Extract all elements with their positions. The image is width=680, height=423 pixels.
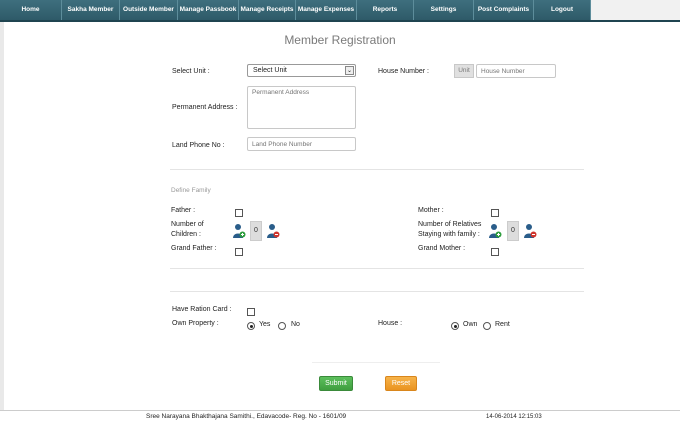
remove-relative-person-icon[interactable] bbox=[523, 223, 537, 239]
submit-button[interactable]: Submit bbox=[319, 376, 353, 391]
permanent-address-textarea[interactable] bbox=[247, 86, 356, 129]
father-label: Father : bbox=[171, 207, 196, 214]
divider-3 bbox=[170, 291, 584, 292]
land-phone-input[interactable] bbox=[247, 137, 356, 151]
divider-2 bbox=[170, 268, 584, 269]
remove-child-person-icon[interactable] bbox=[266, 223, 280, 239]
grand-father-label: Grand Father : bbox=[171, 245, 217, 252]
nav-logout[interactable]: Logout bbox=[534, 0, 591, 20]
nav-home[interactable]: Home bbox=[0, 0, 62, 20]
own-property-yes-label: Yes bbox=[259, 321, 271, 328]
reset-button[interactable]: Reset bbox=[385, 376, 417, 391]
house-number-label: House Number : bbox=[378, 68, 429, 75]
add-child-person-icon[interactable] bbox=[232, 223, 246, 239]
nav-sakha-member[interactable]: Sakha Member bbox=[62, 0, 120, 20]
chevron-down-icon: ⌄ bbox=[345, 66, 354, 75]
grand-mother-checkbox[interactable] bbox=[491, 248, 499, 256]
add-relative-person-icon[interactable] bbox=[488, 223, 502, 239]
house-own-label: Own bbox=[463, 321, 478, 328]
ration-card-label: Have Ration Card : bbox=[172, 306, 232, 313]
relatives-count: 0 bbox=[507, 221, 519, 241]
children-label-line1: Number of bbox=[171, 221, 204, 228]
permanent-address-label: Permanent Address : bbox=[172, 104, 238, 111]
own-property-yes-radio[interactable] bbox=[247, 322, 255, 330]
ration-card-checkbox[interactable] bbox=[247, 308, 255, 316]
mother-checkbox[interactable] bbox=[491, 209, 499, 217]
land-phone-label: Land Phone No : bbox=[172, 142, 225, 149]
relatives-label-line2: Staying with family : bbox=[418, 231, 480, 238]
house-number-input[interactable] bbox=[476, 64, 556, 78]
grand-mother-label: Grand Mother : bbox=[418, 245, 466, 252]
divider-1 bbox=[170, 169, 584, 170]
footer-datetime: 14-06-2014 12:15:03 bbox=[486, 414, 542, 420]
unit-prefix-badge: Unit bbox=[454, 64, 474, 78]
page-title: Member Registration bbox=[284, 33, 396, 47]
own-property-label: Own Property : bbox=[172, 320, 219, 327]
nav-empty-area bbox=[591, 0, 680, 20]
select-unit-label: Select Unit : bbox=[172, 68, 210, 75]
house-label: House : bbox=[378, 320, 403, 327]
nav-outside-member[interactable]: Outside Member bbox=[120, 0, 178, 20]
nav-settings[interactable]: Settings bbox=[414, 0, 474, 20]
nav-reports[interactable]: Reports bbox=[357, 0, 414, 20]
select-unit-dropdown[interactable]: Select Unit ⌄ bbox=[247, 64, 356, 77]
nav-manage-passbook[interactable]: Manage Passbook bbox=[178, 0, 239, 20]
footer: Sree Narayana Bhakthajana Samithi., Edav… bbox=[0, 410, 680, 423]
define-family-heading: Define Family bbox=[171, 187, 211, 194]
nav-manage-expenses[interactable]: Manage Expenses bbox=[296, 0, 357, 20]
nav-manage-receipts[interactable]: Manage Receipts bbox=[239, 0, 296, 20]
father-checkbox[interactable] bbox=[235, 209, 243, 217]
nav-post-complaints[interactable]: Post Complaints bbox=[474, 0, 534, 20]
relatives-label-line1: Number of Relatives bbox=[418, 221, 482, 228]
children-count: 0 bbox=[250, 221, 262, 241]
house-rent-label: Rent bbox=[495, 321, 510, 328]
left-frame bbox=[0, 22, 4, 423]
top-navigation-bar: Home Sakha Member Outside Member Manage … bbox=[0, 0, 680, 22]
house-own-radio[interactable] bbox=[451, 322, 459, 330]
own-property-no-label: No bbox=[291, 321, 300, 328]
select-unit-value: Select Unit bbox=[253, 67, 287, 74]
grand-father-checkbox[interactable] bbox=[235, 248, 243, 256]
mother-label: Mother : bbox=[418, 207, 444, 214]
divider-4 bbox=[312, 362, 440, 363]
children-label-line2: Children : bbox=[171, 231, 201, 238]
house-rent-radio[interactable] bbox=[483, 322, 491, 330]
footer-org-text: Sree Narayana Bhakthajana Samithi., Edav… bbox=[146, 413, 347, 420]
own-property-no-radio[interactable] bbox=[278, 322, 286, 330]
